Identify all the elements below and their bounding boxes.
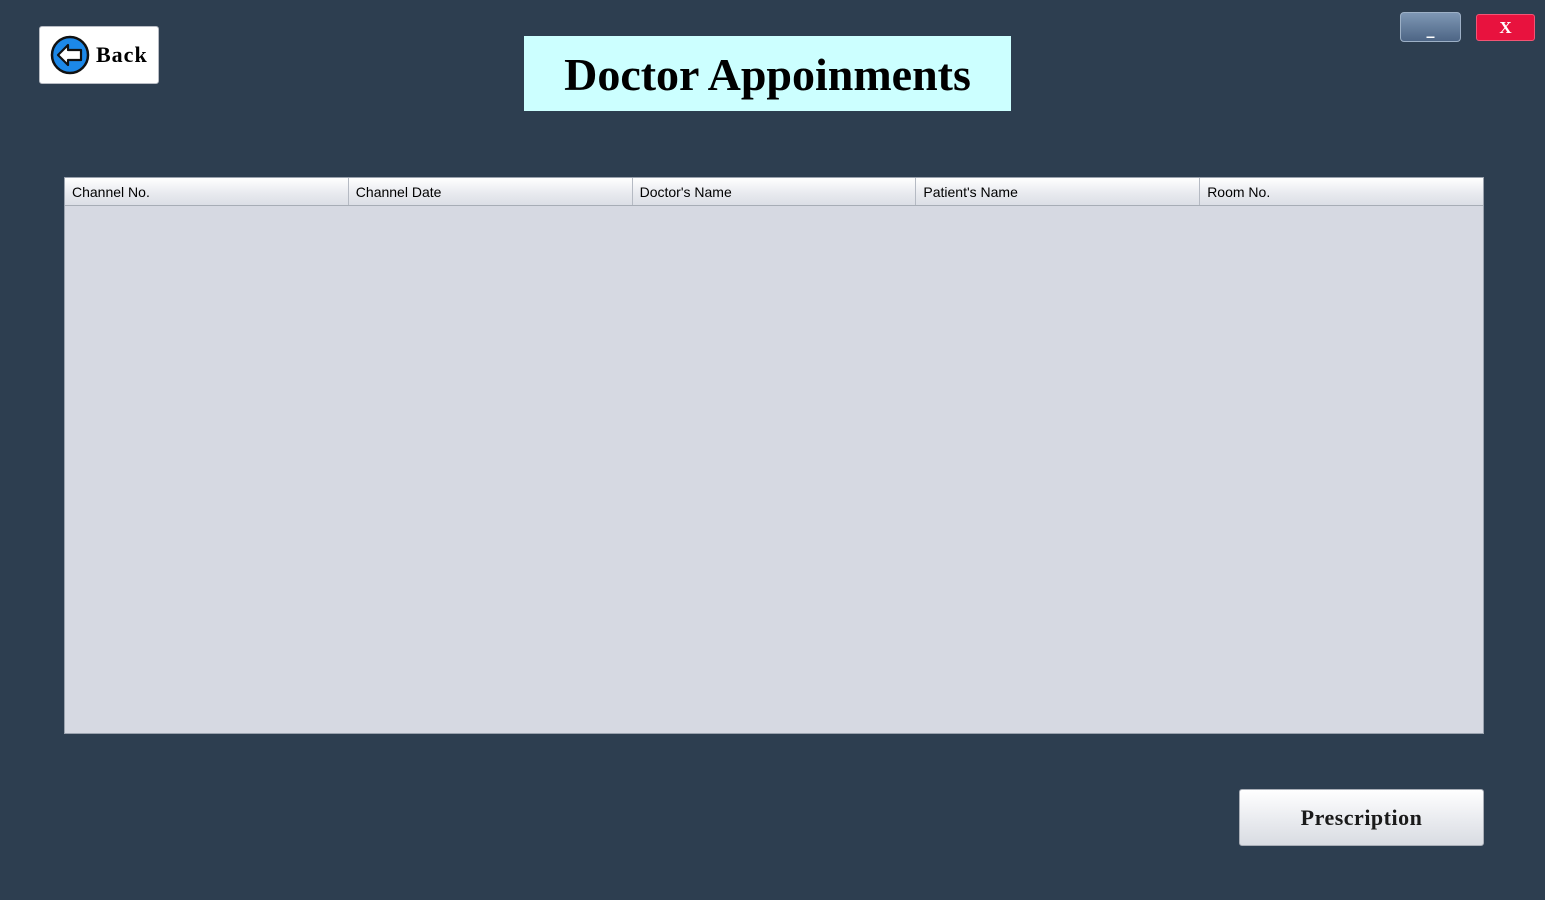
- close-icon: X: [1499, 17, 1512, 37]
- column-header-patient-name[interactable]: Patient's Name: [916, 178, 1201, 205]
- table-body[interactable]: [65, 206, 1483, 733]
- back-arrow-icon: [50, 35, 90, 75]
- column-header-channel-no[interactable]: Channel No.: [65, 178, 349, 205]
- column-header-room-no[interactable]: Room No.: [1200, 178, 1483, 205]
- back-button-label: Back: [96, 42, 148, 67]
- table-header: Channel No. Channel Date Doctor's Name P…: [65, 178, 1483, 206]
- minimize-button[interactable]: _: [1400, 12, 1461, 42]
- column-header-channel-date[interactable]: Channel Date: [349, 178, 633, 205]
- appointments-table: Channel No. Channel Date Doctor's Name P…: [64, 177, 1484, 734]
- prescription-button-label: Prescription: [1300, 804, 1423, 830]
- column-header-doctor-name[interactable]: Doctor's Name: [633, 178, 917, 205]
- page-title-box: Doctor Appoinments: [524, 36, 1011, 111]
- prescription-button[interactable]: Prescription: [1239, 789, 1484, 846]
- close-button[interactable]: X: [1476, 14, 1535, 41]
- minimize-icon: _: [1426, 18, 1435, 38]
- page-title: Doctor Appoinments: [564, 49, 971, 100]
- back-button[interactable]: Back: [39, 26, 159, 84]
